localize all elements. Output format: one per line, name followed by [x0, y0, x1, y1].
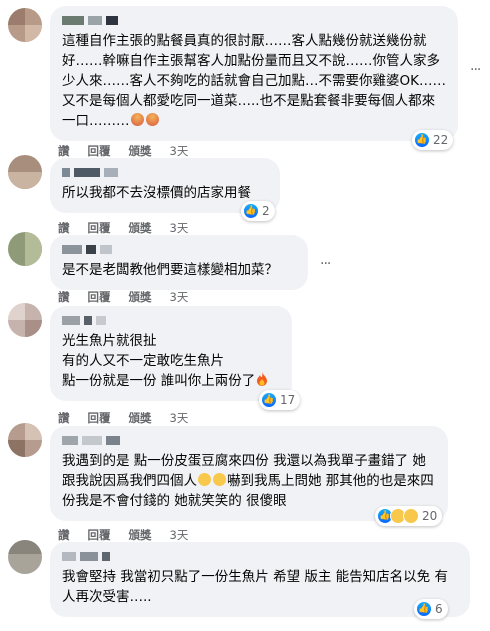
- award-button[interactable]: 頒獎: [129, 410, 152, 426]
- award-button[interactable]: 頒獎: [129, 220, 152, 236]
- reaction-count: 20: [422, 509, 438, 523]
- reaction-count: 6: [435, 602, 443, 616]
- angry-emoji-icon: [130, 113, 144, 126]
- author-name-blurred[interactable]: [62, 14, 446, 28]
- author-name-blurred[interactable]: [62, 434, 436, 448]
- comment-actions: 讚 回覆 頒獎 3天: [58, 143, 188, 159]
- comment-text: 我遇到的是 點一份皮蛋豆腐來四份 我還以為我單子畫錯了 她跟我說因爲我們四個人嚇…: [62, 453, 434, 509]
- avatar[interactable]: [8, 232, 42, 266]
- laughing-emoji-icon: [198, 473, 211, 486]
- comment-actions: 讚 回覆 頒獎 3天: [58, 410, 188, 426]
- comment-text: 是不是老闆教他們要這樣變相加菜？: [62, 262, 278, 278]
- author-name-blurred[interactable]: [62, 550, 458, 564]
- timestamp[interactable]: 3天: [170, 410, 189, 426]
- laughing-emoji-icon: [213, 473, 226, 486]
- comment-text: 光生魚片就很扯 有的人又不一定敢吃生魚片 點一份就是一份 誰叫你上兩份了: [62, 331, 280, 391]
- reaction-count: 17: [280, 393, 296, 407]
- avatar[interactable]: [8, 423, 42, 457]
- reply-button[interactable]: 回覆: [88, 527, 111, 543]
- avatar[interactable]: [8, 8, 42, 42]
- more-options-icon[interactable]: ···: [320, 256, 334, 272]
- reaction-summary[interactable]: 👍 20: [375, 506, 443, 526]
- timestamp[interactable]: 3天: [170, 220, 189, 236]
- wow-icon: [403, 508, 419, 524]
- like-button[interactable]: 讚: [58, 220, 70, 236]
- comment-actions: 讚 回覆 頒獎 3天: [58, 220, 188, 236]
- comment-text: 所以我都不去沒標價的店家用餐: [62, 185, 251, 201]
- reply-button[interactable]: 回覆: [88, 143, 111, 159]
- author-name-blurred[interactable]: [62, 314, 280, 328]
- avatar[interactable]: [8, 303, 42, 337]
- award-button[interactable]: 頒獎: [129, 289, 152, 305]
- author-name-blurred[interactable]: [62, 243, 296, 257]
- comment-actions: 讚 回覆 頒獎 3天: [58, 289, 188, 305]
- reply-button[interactable]: 回覆: [88, 410, 111, 426]
- comment-bubble: 光生魚片就很扯 有的人又不一定敢吃生魚片 點一份就是一份 誰叫你上兩份了: [50, 306, 292, 401]
- comment-actions: 讚 回覆 頒獎 3天: [58, 527, 188, 543]
- reaction-count: 2: [262, 204, 270, 218]
- award-button[interactable]: 頒獎: [129, 527, 152, 543]
- reply-button[interactable]: 回覆: [88, 289, 111, 305]
- reaction-summary[interactable]: 👍 22: [412, 130, 454, 150]
- more-options-icon[interactable]: ···: [470, 62, 484, 78]
- angry-emoji-icon: [145, 113, 159, 126]
- comment-text: 這種自作主張的點餐員真的很討厭……客人點幾份就送幾份就好……幹嘛自作主張幫客人加…: [62, 33, 446, 129]
- like-icon: 👍: [243, 203, 259, 219]
- fire-emoji-icon: [256, 372, 268, 386]
- timestamp[interactable]: 3天: [170, 527, 189, 543]
- timestamp[interactable]: 3天: [170, 143, 189, 159]
- avatar[interactable]: [8, 540, 42, 574]
- like-icon: 👍: [416, 601, 432, 617]
- reply-button[interactable]: 回覆: [88, 220, 111, 236]
- like-button[interactable]: 讚: [58, 143, 70, 159]
- avatar[interactable]: [8, 155, 42, 189]
- author-name-blurred[interactable]: [62, 166, 268, 180]
- comment-bubble: 這種自作主張的點餐員真的很討厭……客人點幾份就送幾份就好……幹嘛自作主張幫客人加…: [50, 6, 458, 141]
- like-icon: 👍: [414, 132, 430, 148]
- comment-text: 我會堅持 我當初只點了一份生魚片 希望 版主 能告知店名以免 有人再次受害…..: [62, 569, 448, 605]
- like-button[interactable]: 讚: [58, 527, 70, 543]
- like-icon: 👍: [261, 392, 277, 408]
- reaction-count: 22: [433, 133, 449, 147]
- award-button[interactable]: 頒獎: [129, 143, 152, 159]
- comment-bubble: 我會堅持 我當初只點了一份生魚片 希望 版主 能告知店名以免 有人再次受害…..: [50, 542, 470, 617]
- reaction-summary[interactable]: 👍 17: [259, 390, 301, 410]
- like-button[interactable]: 讚: [58, 410, 70, 426]
- timestamp[interactable]: 3天: [170, 289, 189, 305]
- reaction-summary[interactable]: 👍 2: [241, 201, 275, 221]
- comment-bubble: 是不是老闆教他們要這樣變相加菜？: [50, 235, 308, 290]
- like-button[interactable]: 讚: [58, 289, 70, 305]
- reaction-summary[interactable]: 👍 6: [414, 599, 448, 619]
